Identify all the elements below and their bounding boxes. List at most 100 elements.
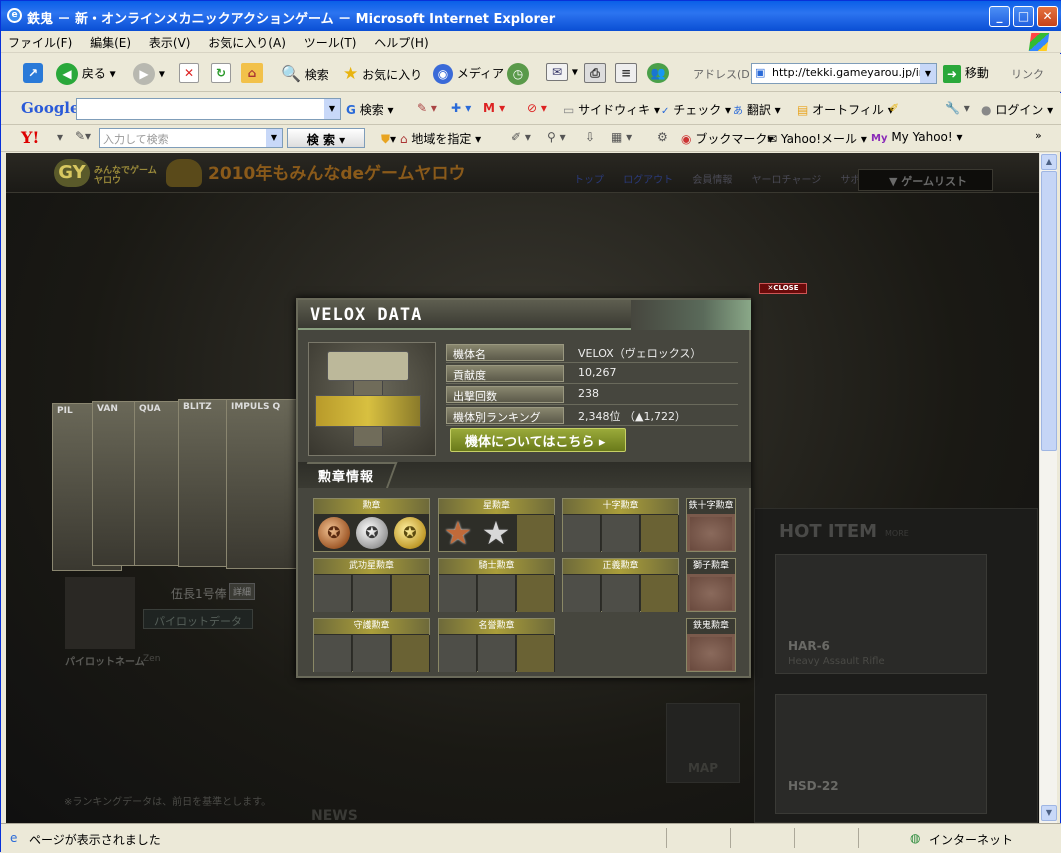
links-label[interactable]: リンク xyxy=(1011,66,1044,82)
empty-slot xyxy=(353,575,391,612)
pencil-icon[interactable]: ✎▾ xyxy=(75,129,91,143)
back-button[interactable]: ◀ 戻る ▾ xyxy=(56,63,116,85)
edit-button[interactable]: ≡ xyxy=(615,63,637,83)
hot-item-title: HOT ITEM xyxy=(779,521,878,542)
empty-slot xyxy=(690,517,732,550)
gold-medal-icon[interactable]: ✪ xyxy=(394,517,426,549)
translate-icon: あ xyxy=(733,106,743,117)
hot-item-card[interactable]: HAR-6 Heavy Assault Rifle xyxy=(775,554,987,674)
nav-member[interactable]: 会員情報 xyxy=(692,175,732,186)
info-row: 貢献度 10,267 xyxy=(446,363,738,384)
menu-view[interactable]: 表示(V) xyxy=(142,31,198,51)
bronze-medal-icon[interactable]: ✪ xyxy=(318,517,350,549)
settings-gear-icon[interactable]: ⚙ xyxy=(657,130,668,144)
speech-bubble-icon: ▭ xyxy=(563,103,575,117)
title-bar[interactable]: e 鉄鬼 － 新・オンラインメカニックアクションゲーム － Microsoft … xyxy=(1,1,1061,31)
yahoo-menu-icon[interactable]: ▾ xyxy=(57,130,63,144)
modal-close-button[interactable]: ✕CLOSE xyxy=(759,283,807,294)
yahoo-input-dropdown-icon[interactable]: ▼ xyxy=(266,129,282,147)
translate-button[interactable]: あ 翻訳 ▾ xyxy=(733,101,781,118)
region-button[interactable]: ⛊▾ ⌂ 地域を指定 ▾ xyxy=(381,130,481,147)
wrench-icon[interactable]: 🔧 ▾ xyxy=(945,101,970,115)
highlighter-icon[interactable]: ✐ xyxy=(889,101,899,115)
stop-button[interactable]: ✕ xyxy=(179,63,199,83)
history-button[interactable]: ◷ xyxy=(507,63,529,85)
mecha-image xyxy=(308,342,436,456)
scroll-up-icon[interactable]: ▲ xyxy=(1041,154,1057,170)
silver-medal-icon[interactable]: ✪ xyxy=(356,517,388,549)
refresh-button[interactable]: ↻ xyxy=(211,63,231,83)
yahoo-logo[interactable]: Y! xyxy=(21,128,39,147)
google-logo[interactable]: Google xyxy=(21,99,80,117)
menu-edit[interactable]: 編集(E) xyxy=(83,31,138,51)
medal-box-juji: 十字勲章 xyxy=(562,498,679,552)
highlight-pen-icon[interactable]: ✐ ▾ xyxy=(511,130,531,144)
page-tools-icon[interactable]: ▦ ▾ xyxy=(611,130,632,144)
popup-blocker-icon[interactable]: ⊘ ▾ xyxy=(527,101,547,115)
pilot-data-button[interactable]: パイロットデータ xyxy=(143,609,253,629)
menu-help[interactable]: ヘルプ(H) xyxy=(367,31,435,51)
yahoo-search-button[interactable]: 検 索 ▾ xyxy=(287,128,365,148)
vertical-scrollbar[interactable]: ▲ ▼ xyxy=(1039,153,1057,823)
bookmark-button[interactable]: ◉ ブックマーク▾ xyxy=(681,130,773,147)
menu-favorites[interactable]: お気に入り(A) xyxy=(201,31,293,51)
google-search-button[interactable]: G 検索 ▾ xyxy=(346,101,394,118)
sync-icon[interactable]: ↗ xyxy=(23,63,43,83)
page-done-icon: e xyxy=(10,831,18,845)
toolbar-overflow-icon[interactable]: » xyxy=(1035,129,1042,142)
status-text-segment: e ページが表示されました xyxy=(7,828,667,848)
bookmark-icon[interactable]: ✎ ▾ xyxy=(417,101,437,115)
yahoo-mail-button[interactable]: ✉ Yahoo!メール ▾ xyxy=(767,130,867,147)
go-button[interactable]: ➜ 移動 xyxy=(943,64,989,83)
print-button[interactable]: ⎙ xyxy=(584,63,606,83)
site-logo[interactable]: GY みんなでゲームヤロウ xyxy=(54,159,157,187)
menu-tools[interactable]: ツール(T) xyxy=(297,31,364,51)
search-button[interactable]: 🔍 検索 xyxy=(281,64,329,83)
back-arrow-icon: ◀ xyxy=(56,63,78,85)
hot-item-card[interactable]: HSD-22 xyxy=(775,694,987,814)
address-input[interactable]: ▣ http://tekki.gameyarou.jp/inc ▼ xyxy=(751,63,937,84)
nav-logout[interactable]: ログアウト xyxy=(623,175,673,186)
download-icon[interactable]: ⇩ xyxy=(585,130,595,144)
menu-file[interactable]: ファイル(F) xyxy=(1,31,79,51)
plus-icon[interactable]: ✚ ▾ xyxy=(451,101,471,115)
home-button[interactable]: ⌂ xyxy=(241,63,263,83)
site-nav: トップ ログアウト 会員情報 ヤーロチャージ サポート xyxy=(566,171,888,186)
google-search-input[interactable]: ▼ xyxy=(76,98,341,120)
scroll-thumb[interactable] xyxy=(1041,171,1057,451)
messenger-button[interactable]: 👥 xyxy=(647,63,669,83)
empty-slot xyxy=(392,635,430,672)
close-button[interactable]: ✕ xyxy=(1037,6,1058,27)
silver-star-icon[interactable]: ★ xyxy=(479,515,513,551)
media-button[interactable]: ◉ メディア xyxy=(433,64,504,84)
people-icon: 👥 xyxy=(647,63,669,83)
scroll-down-icon[interactable]: ▼ xyxy=(1041,805,1057,821)
hot-item-more[interactable]: MORE xyxy=(885,529,909,538)
login-button[interactable]: ● ログイン ▾ xyxy=(981,101,1053,118)
bronze-star-icon[interactable]: ★ xyxy=(441,515,475,551)
pilot-card[interactable]: IMPULS Q xyxy=(226,399,301,569)
address-dropdown-icon[interactable]: ▼ xyxy=(920,64,936,83)
forward-button[interactable]: ▶ ▾ xyxy=(133,63,165,85)
nav-charge[interactable]: ヤーロチャージ xyxy=(752,175,822,186)
gmail-icon[interactable]: M ▾ xyxy=(483,101,505,115)
my-yahoo-button[interactable]: My My Yahoo! ▾ xyxy=(871,130,963,144)
minimize-button[interactable]: _ xyxy=(989,6,1010,27)
google-dropdown-icon[interactable]: ▼ xyxy=(324,99,340,119)
address-label: アドレス(D) xyxy=(693,68,755,81)
nav-top[interactable]: トップ xyxy=(574,175,604,186)
person-search-icon[interactable]: ⚲ ▾ xyxy=(547,130,566,144)
about-mecha-button[interactable]: 機体についてはこちら ▸ xyxy=(450,428,626,452)
pilot-detail-button[interactable]: 詳細 xyxy=(229,583,256,600)
sidewiki-button[interactable]: ▭ サイドウィキ ▾ xyxy=(563,101,660,118)
spellcheck-button[interactable]: ✓ チェック ▾ xyxy=(661,101,731,118)
maximize-button[interactable]: □ xyxy=(1013,6,1034,27)
mail-button[interactable]: ✉ ▾ xyxy=(546,63,578,81)
game-list-button[interactable]: ▼ ゲームリスト xyxy=(858,169,993,191)
favorites-button[interactable]: ★ お気に入り xyxy=(343,64,422,84)
map-button[interactable]: MAP xyxy=(666,703,740,783)
yahoo-search-input[interactable]: 入力して検索 ▼ xyxy=(99,128,283,148)
medal-box-shugo: 守護勲章 xyxy=(313,618,430,672)
autofill-button[interactable]: ▤ オートフィル ▾ xyxy=(797,101,894,118)
empty-slot xyxy=(439,635,477,672)
